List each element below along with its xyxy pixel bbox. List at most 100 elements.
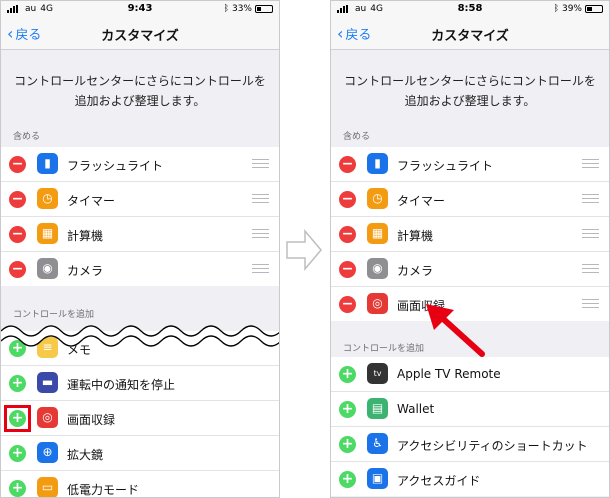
item-label: Wallet	[397, 402, 435, 416]
item-label: 拡大鏡	[67, 448, 104, 462]
item-label: カメラ	[397, 264, 434, 278]
bluetooth-icon: ᛒ	[553, 4, 559, 14]
list-item: − ◉ カメラ	[1, 252, 279, 286]
item-label: タイマー	[67, 194, 116, 208]
accessibility-icon: ♿	[367, 433, 388, 454]
timer-icon: ◷	[367, 188, 388, 209]
arrow-right-icon	[286, 228, 322, 272]
description-text: コントロールセンターにさらにコントロールを追加および整理します。	[344, 74, 596, 108]
remove-button[interactable]: −	[9, 226, 26, 243]
highlight-box	[4, 405, 31, 432]
reorder-handle-icon[interactable]	[252, 264, 269, 276]
add-button[interactable]: +	[339, 436, 356, 453]
page-title: カスタマイズ	[101, 29, 179, 44]
add-button[interactable]: +	[339, 401, 356, 418]
item-label: フラッシュライト	[67, 159, 164, 173]
remove-button[interactable]: −	[339, 156, 356, 173]
reorder-handle-icon[interactable]	[582, 159, 599, 171]
reorder-handle-icon[interactable]	[252, 194, 269, 206]
wallet-icon: ▤	[367, 398, 388, 419]
item-label: カメラ	[67, 264, 104, 278]
list-item: − ◷ タイマー	[1, 182, 279, 217]
list-item: + ▤ Wallet	[331, 392, 609, 427]
bluetooth-icon: ᛒ	[223, 4, 229, 14]
nav-bar: ‹ 戻る カスタマイズ	[331, 17, 609, 50]
remove-button[interactable]: −	[9, 191, 26, 208]
remove-button[interactable]: −	[339, 226, 356, 243]
annotation-arrow-icon	[426, 304, 485, 357]
add-button[interactable]: +	[9, 445, 26, 462]
remove-button[interactable]: −	[339, 191, 356, 208]
item-label: 運転中の通知を停止	[67, 378, 176, 392]
list-item: + tv Apple TV Remote	[331, 357, 609, 392]
list-item: − ▮ フラッシュライト	[331, 147, 609, 182]
reorder-handle-icon[interactable]	[252, 159, 269, 171]
remove-button[interactable]: −	[339, 261, 356, 278]
remove-button[interactable]: −	[9, 261, 26, 278]
calculator-icon: ▦	[367, 223, 388, 244]
lock-icon: ▣	[367, 468, 388, 489]
nav-bar: ‹ 戻る カスタマイズ	[1, 17, 279, 50]
status-bar: au 4G 9:43 ᛒ 33%	[1, 1, 279, 17]
screen-record-icon: ◎	[37, 407, 58, 428]
battery-icon: ▭	[37, 477, 58, 497]
reorder-handle-icon[interactable]	[582, 299, 599, 311]
include-list: − ▮ フラッシュライト − ◷ タイマー − ▦ 計算機 − ◉ カメラ	[1, 147, 279, 286]
list-item: + ▬ 運転中の通知を停止	[1, 366, 279, 401]
timer-icon: ◷	[37, 188, 58, 209]
include-list: − ▮ フラッシュライト − ◷ タイマー − ▦ 計算機 − ◉ カメラ − …	[331, 147, 609, 321]
description-text: コントロールセンターにさらにコントロールを追加および整理します。	[14, 74, 266, 108]
list-item: + ◎ 画面収録	[1, 401, 279, 436]
remove-button[interactable]: −	[9, 156, 26, 173]
list-item: − ▦ 計算機	[1, 217, 279, 252]
include-section-header: 含める	[343, 132, 371, 142]
item-label: フラッシュライト	[397, 159, 494, 173]
add-section-header: コントロールを追加	[343, 344, 425, 354]
list-item: − ◷ タイマー	[331, 182, 609, 217]
calculator-icon: ▦	[37, 223, 58, 244]
item-label: Apple TV Remote	[397, 367, 501, 381]
add-list: + tv Apple TV Remote + ▤ Wallet + ♿ アクセシ…	[331, 357, 609, 496]
flashlight-icon: ▮	[367, 153, 388, 174]
item-label: 計算機	[397, 229, 434, 243]
car-icon: ▬	[37, 372, 58, 393]
item-label: 低電力モード	[67, 483, 140, 497]
camera-icon: ◉	[367, 258, 388, 279]
add-button[interactable]: +	[9, 480, 26, 497]
list-item: + ▣ アクセスガイド	[331, 462, 609, 496]
status-bar: au 4G 8:58 ᛒ 39%	[331, 1, 609, 17]
list-item: + ▭ 低電力モード	[1, 471, 279, 497]
add-button[interactable]: +	[339, 471, 356, 488]
item-label: タイマー	[397, 194, 446, 208]
flashlight-icon: ▮	[37, 153, 58, 174]
camera-icon: ◉	[37, 258, 58, 279]
list-item: − ▮ フラッシュライト	[1, 147, 279, 182]
item-label: 画面収録	[67, 413, 116, 427]
reorder-handle-icon[interactable]	[582, 194, 599, 206]
battery-icon	[255, 5, 273, 13]
list-item: − ▦ 計算機	[331, 217, 609, 252]
add-button[interactable]: +	[339, 366, 356, 383]
include-section-header: 含める	[13, 132, 41, 142]
list-item: + ⊕ 拡大鏡	[1, 436, 279, 471]
remove-button[interactable]: −	[339, 296, 356, 313]
battery-percent: 39%	[561, 4, 582, 14]
cut-wave-decoration	[1, 325, 279, 347]
add-button[interactable]: +	[9, 375, 26, 392]
magnifier-icon: ⊕	[37, 442, 58, 463]
page-title: カスタマイズ	[431, 29, 509, 44]
left-screenshot: au 4G 9:43 ᛒ 33% ‹ 戻る カスタマイズ コントロールセンターに…	[0, 0, 280, 498]
screen-record-icon: ◎	[367, 293, 388, 314]
apple-tv-icon: tv	[367, 363, 388, 384]
list-item: + ♿ アクセシビリティのショートカット	[331, 427, 609, 462]
battery-percent: 33%	[231, 4, 252, 14]
reorder-handle-icon[interactable]	[252, 229, 269, 241]
item-label: 計算機	[67, 229, 104, 243]
battery-icon	[585, 5, 603, 13]
item-label: アクセスガイド	[397, 474, 481, 488]
add-list: + ≡ メモ + ▬ 運転中の通知を停止 + ◎ 画面収録 + ⊕ 拡大鏡 + …	[1, 331, 279, 497]
reorder-handle-icon[interactable]	[582, 264, 599, 276]
item-label: アクセシビリティのショートカット	[397, 439, 588, 453]
reorder-handle-icon[interactable]	[582, 229, 599, 241]
right-screenshot: au 4G 8:58 ᛒ 39% ‹ 戻る カスタマイズ コントロールセンターに…	[330, 0, 610, 498]
